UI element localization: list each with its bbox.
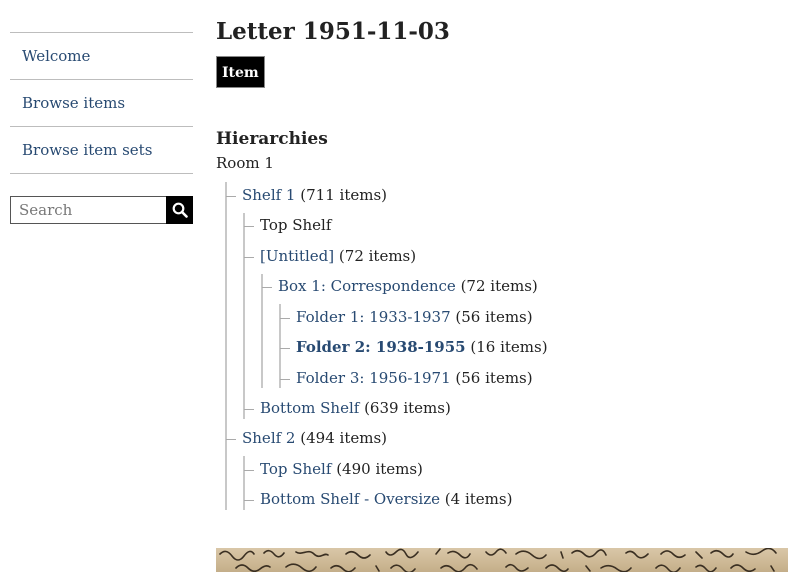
tree-node-count: (711 items): [300, 186, 387, 204]
tree-node-link[interactable]: Bottom Shelf - Oversize: [260, 490, 440, 508]
tree-node-count: (56 items): [455, 369, 533, 387]
tree-guide-line: [243, 213, 245, 419]
site-navigation: Welcome Browse items Browse item sets: [10, 32, 193, 174]
tree-node-label: Top Shelf: [260, 216, 332, 234]
tree-node-top-shelf: Top Shelf: [244, 215, 331, 235]
tree-node-link[interactable]: Bottom Shelf: [260, 399, 359, 417]
tree-node-untitled: [Untitled] (72 items): [244, 246, 416, 266]
search-input[interactable]: [10, 196, 166, 224]
nav-item-welcome[interactable]: Welcome: [10, 33, 193, 80]
tree-node-folder-1: Folder 1: 1933-1937 (56 items): [280, 307, 533, 327]
tree-node-shelf-1: Shelf 1 (711 items): [226, 185, 387, 205]
search-form: [10, 196, 193, 224]
tree-node-box-1: Box 1: Correspondence (72 items): [262, 276, 538, 296]
hierarchy-tree: Shelf 1 (711 items) Top Shelf [Untitled]…: [216, 0, 788, 520]
tree-node-count: (639 items): [364, 399, 451, 417]
search-button[interactable]: [166, 196, 193, 224]
tree-node-link[interactable]: Shelf 1: [242, 186, 295, 204]
tree-node-shelf-2: Shelf 2 (494 items): [226, 428, 387, 448]
tree-node-count: (494 items): [300, 429, 387, 447]
tree-node-bottom-shelf: Bottom Shelf (639 items): [244, 398, 451, 418]
tree-node-count: (4 items): [444, 490, 513, 508]
nav-item-browse-item-sets[interactable]: Browse item sets: [10, 127, 193, 174]
search-icon: [172, 202, 188, 218]
tree-node-bottom-shelf-oversize: Bottom Shelf - Oversize (4 items): [244, 489, 512, 509]
tree-node-count: (72 items): [338, 247, 417, 265]
nav-link-browse-item-sets[interactable]: Browse item sets: [22, 141, 152, 159]
tree-node-count: (490 items): [336, 460, 423, 478]
tree-node-folder-2-current: Folder 2: 1938-1955 (16 items): [280, 337, 548, 357]
handwriting-scan-image: [219, 548, 777, 572]
sidebar: Welcome Browse items Browse item sets: [10, 32, 193, 224]
nav-link-browse-items[interactable]: Browse items: [22, 94, 125, 112]
tree-node-count: (16 items): [470, 338, 548, 356]
item-media-preview[interactable]: [216, 548, 788, 572]
tree-node-link[interactable]: Box 1: Correspondence: [278, 277, 456, 295]
tree-node-link-current[interactable]: Folder 2: 1938-1955: [296, 338, 466, 356]
tree-node-link[interactable]: Folder 1: 1933-1937: [296, 308, 451, 326]
nav-link-welcome[interactable]: Welcome: [22, 47, 90, 65]
tree-node-folder-3: Folder 3: 1956-1971 (56 items): [280, 368, 533, 388]
tree-node-count: (72 items): [460, 277, 538, 295]
nav-item-browse-items[interactable]: Browse items: [10, 80, 193, 127]
tree-node-top-shelf-2: Top Shelf (490 items): [244, 459, 423, 479]
tree-node-link[interactable]: [Untitled]: [260, 247, 334, 265]
tree-guide-line: [225, 182, 227, 510]
tree-node-count: (56 items): [455, 308, 533, 326]
tree-node-link[interactable]: Folder 3: 1956-1971: [296, 369, 451, 387]
tree-node-link[interactable]: Shelf 2: [242, 429, 295, 447]
tree-node-link[interactable]: Top Shelf: [260, 460, 331, 478]
